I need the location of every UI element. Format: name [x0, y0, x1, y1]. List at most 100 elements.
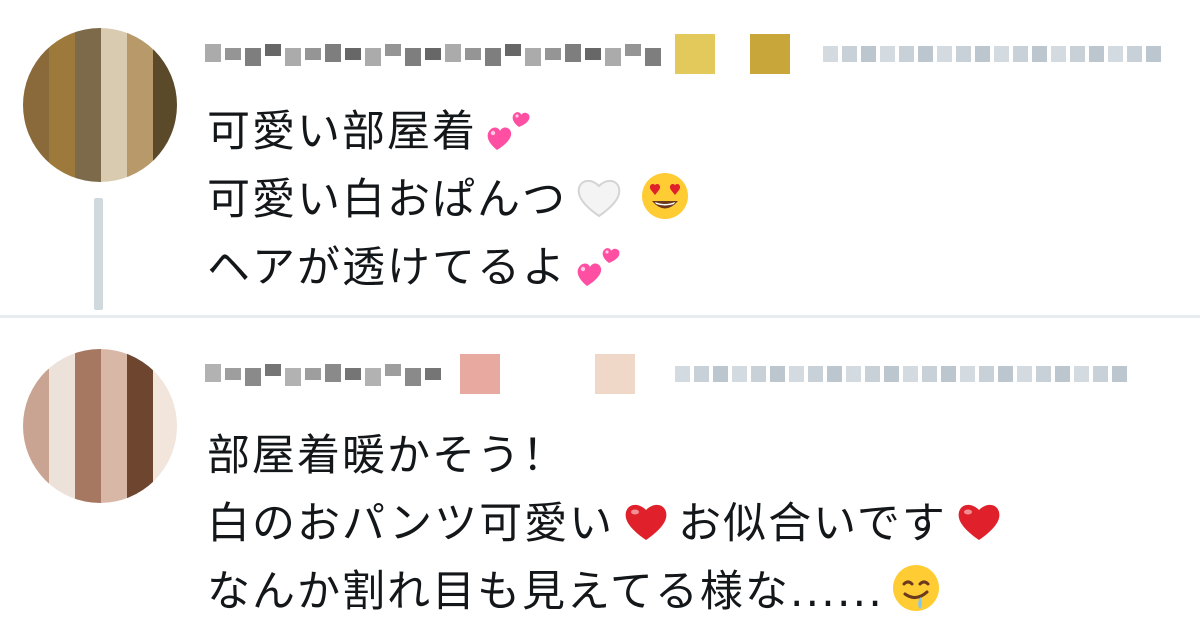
avatar-pixel	[23, 375, 49, 401]
avatar-pixel	[49, 54, 75, 80]
redacted-emoji-pixel	[675, 34, 715, 74]
avatar-pixel	[153, 80, 177, 106]
avatar-pixel	[101, 132, 127, 158]
avatar-pixel	[75, 427, 101, 453]
two-hearts-icon	[487, 112, 530, 150]
avatar[interactable]	[23, 28, 177, 182]
redacted-emoji-pixel	[750, 34, 790, 74]
redacted-name-pixel	[585, 48, 601, 60]
redacted-name-pixel	[305, 48, 321, 60]
red-heart-icon	[625, 504, 667, 540]
redacted-name-pixel	[325, 44, 341, 62]
redacted-handle-pixel	[880, 46, 895, 62]
redacted-handle-pixel	[1074, 366, 1089, 382]
tweet-text-line: ヘアが透けてるよ	[207, 230, 691, 298]
avatar-pixel	[127, 427, 153, 453]
avatar-pixel	[49, 158, 75, 182]
avatar-pixel	[101, 427, 127, 453]
redacted-handle-pixel	[1036, 366, 1051, 382]
avatar-pixel	[153, 132, 177, 158]
redacted-handle-pixel	[1055, 366, 1070, 382]
avatar-pixel	[49, 427, 75, 453]
avatar-pixel	[23, 453, 49, 479]
tweet-text-segment: ヘアが透けてるよ	[207, 243, 567, 293]
avatar-pixel	[75, 80, 101, 106]
avatar-pixel	[127, 349, 153, 375]
avatar-pixel	[127, 479, 153, 503]
avatar-pixel	[49, 132, 75, 158]
avatar-pixel	[49, 106, 75, 132]
tweet-header-redacted	[205, 350, 1165, 396]
thread-connector-line	[94, 198, 103, 310]
redacted-handle-pixel	[823, 46, 838, 62]
redacted-handle-pixel	[713, 366, 728, 382]
redacted-handle-pixel	[1108, 46, 1123, 62]
avatar-pixel	[23, 479, 49, 503]
avatar-pixel	[75, 106, 101, 132]
avatar-pixel	[49, 479, 75, 503]
avatar-pixel	[23, 132, 49, 158]
tweet-text-line: 可愛い部屋着	[207, 94, 691, 162]
tweet-text: 部屋着暖かそう！ 白のおパンツ可愛い お似合いです なんか割れ目も見えてる様な.…	[207, 418, 1005, 622]
drooling-face-icon	[892, 565, 939, 611]
avatar-pixel	[75, 132, 101, 158]
avatar-pixel	[101, 28, 127, 54]
avatar-pixel	[75, 375, 101, 401]
avatar-pixel	[153, 401, 177, 427]
redacted-name-pixel	[545, 48, 561, 60]
redacted-name-pixel	[405, 48, 421, 66]
tweet-card-1[interactable]: 可愛い部屋着 可愛い白おぱんつ ヘアが透けてるよ	[0, 0, 1200, 316]
avatar-pixel	[49, 375, 75, 401]
redacted-handle-pixel	[979, 366, 994, 382]
avatar-pixel	[49, 80, 75, 106]
redacted-handle-pixel	[1017, 366, 1032, 382]
redacted-name-pixel	[345, 368, 361, 380]
redacted-name-pixel	[245, 368, 261, 386]
redacted-handle-pixel	[998, 366, 1013, 382]
redacted-name-pixel	[285, 368, 301, 386]
avatar[interactable]	[23, 349, 177, 503]
avatar-pixel	[23, 401, 49, 427]
redacted-handle-pixel	[1146, 46, 1161, 62]
redacted-emoji-pixel	[460, 354, 500, 394]
redacted-name-pixel	[405, 368, 421, 386]
redacted-handle-pixel	[937, 46, 952, 62]
redacted-handle-pixel	[899, 46, 914, 62]
redacted-name-pixel	[425, 368, 441, 380]
redacted-handle-pixel	[732, 366, 747, 382]
redacted-handle-pixel	[941, 366, 956, 382]
tweet-text-segment: 可愛い白おぱんつ	[207, 175, 567, 225]
redacted-name-pixel	[365, 368, 381, 386]
redacted-name-pixel	[265, 364, 281, 376]
redacted-name-pixel	[305, 368, 321, 380]
tweet-text-segment: 部屋着暖かそう！	[207, 431, 567, 481]
redacted-name-pixel	[205, 44, 221, 62]
avatar-pixel	[23, 80, 49, 106]
avatar-pixel	[101, 349, 127, 375]
avatar-pixel	[101, 401, 127, 427]
avatar-pixel	[23, 427, 49, 453]
redacted-name-pixel	[365, 48, 381, 66]
avatar-pixel	[153, 158, 177, 182]
avatar-pixel	[153, 427, 177, 453]
avatar-pixel	[153, 54, 177, 80]
redacted-name-pixel	[605, 48, 621, 66]
avatar-pixel	[23, 106, 49, 132]
avatar-pixel	[127, 453, 153, 479]
avatar-pixel	[75, 158, 101, 182]
avatar-pixel	[75, 54, 101, 80]
avatar-pixel	[153, 479, 177, 503]
redacted-name-pixel	[385, 44, 401, 56]
avatar-pixel	[23, 158, 49, 182]
tweet-text-segment: お似合いです	[678, 499, 947, 549]
redacted-name-pixel	[425, 48, 441, 60]
redacted-handle-pixel	[960, 366, 975, 382]
redacted-handle-pixel	[1127, 46, 1142, 62]
tweet-card-2[interactable]: 部屋着暖かそう！ 白のおパンツ可愛い お似合いです なんか割れ目も見えてる様な.…	[0, 318, 1200, 620]
avatar-pixel	[101, 106, 127, 132]
white-heart-icon	[577, 180, 621, 218]
redacted-name-pixel	[385, 364, 401, 376]
redacted-handle-pixel	[975, 46, 990, 62]
two-hearts-icon	[577, 248, 620, 286]
avatar-pixel	[23, 28, 49, 54]
